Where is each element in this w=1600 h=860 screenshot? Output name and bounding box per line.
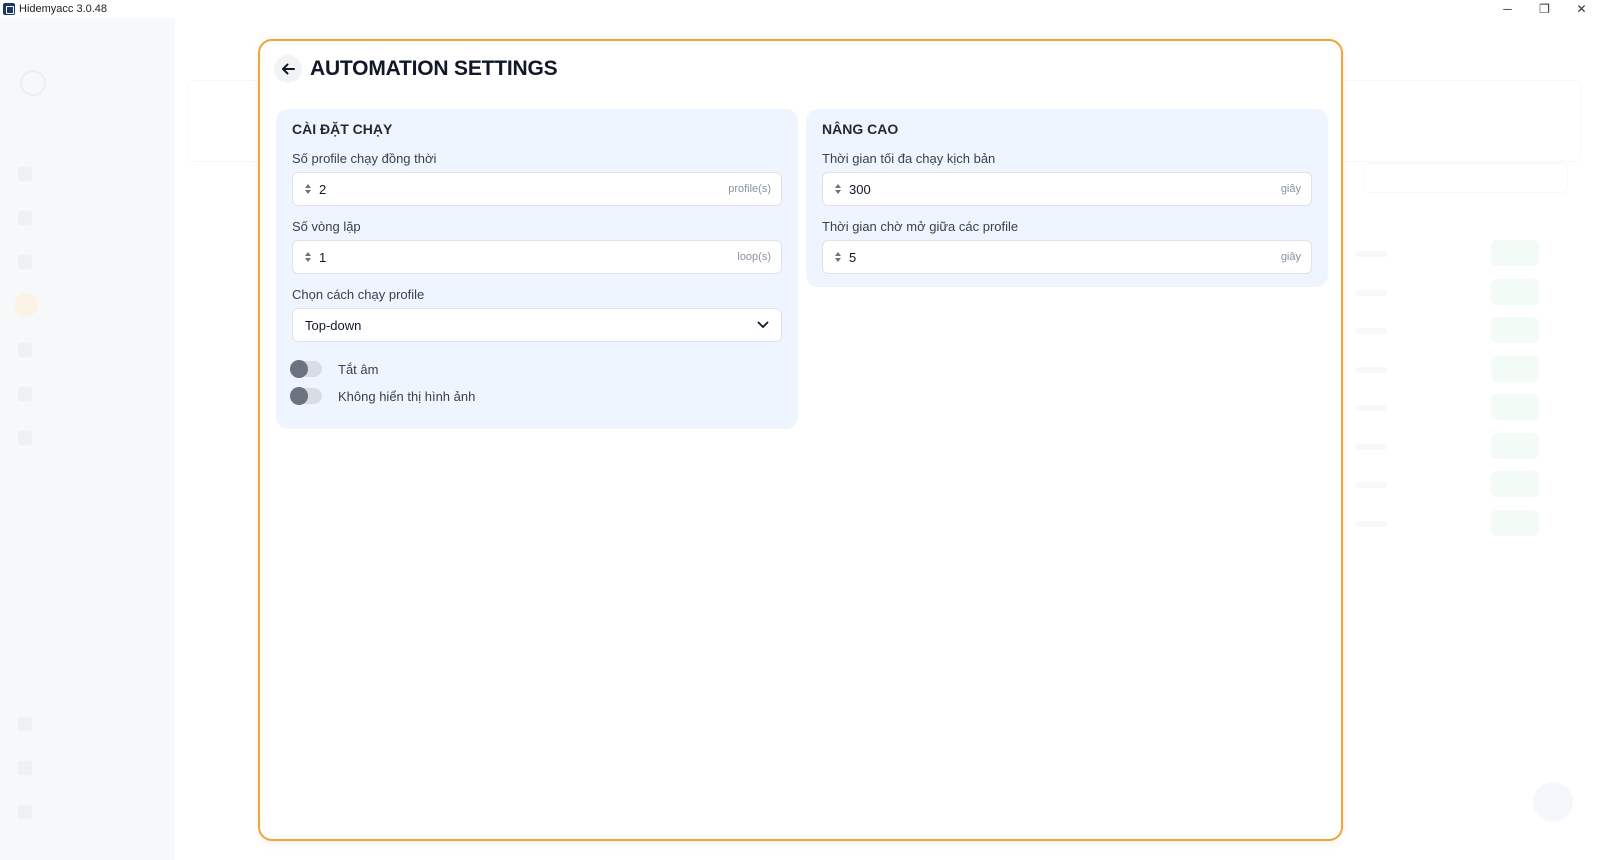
run-order-select[interactable]: Top-down — [292, 308, 782, 342]
restore-button[interactable]: ❐ — [1526, 0, 1563, 18]
back-button[interactable] — [274, 55, 302, 83]
toggle-knob — [290, 360, 308, 378]
run-settings-panel: CÀI ĐẶT CHẠY Số profile chạy đồng thời 2… — [276, 109, 798, 429]
page-title: AUTOMATION SETTINGS — [310, 57, 558, 80]
stepper-icon[interactable] — [303, 250, 313, 264]
concurrent-profiles-label: Số profile chạy đồng thời — [292, 151, 437, 166]
loop-count-input[interactable]: 1 loop(s) — [292, 240, 782, 274]
wait-between-label: Thời gian chờ mở giữa các profile — [822, 219, 1019, 234]
run-order-label: Chọn cách chạy profile — [292, 287, 425, 302]
mute-row: Tắt âm — [290, 360, 379, 378]
modal-header: AUTOMATION SETTINGS — [274, 55, 558, 83]
wait-between-input[interactable]: 5 giây — [822, 240, 1312, 274]
run-order-value: Top-down — [305, 317, 362, 333]
advanced-panel: NÂNG CAO Thời gian tối đa chạy kịch bản … — [806, 109, 1328, 287]
max-run-time-value: 300 — [849, 181, 871, 197]
mute-toggle[interactable] — [290, 360, 322, 378]
advanced-heading: NÂNG CAO — [822, 121, 899, 137]
max-run-time-label: Thời gian tối đa chạy kịch bản — [822, 151, 996, 166]
chevron-down-icon — [757, 319, 769, 331]
no-images-label: Không hiển thị hình ảnh — [338, 388, 476, 404]
loop-count-unit: loop(s) — [737, 251, 771, 263]
arrow-left-icon — [282, 63, 295, 75]
max-run-time-unit: giây — [1280, 183, 1301, 195]
close-button[interactable]: ✕ — [1563, 0, 1600, 18]
window-controls: ─ ❐ ✕ — [1489, 0, 1600, 18]
automation-settings-modal: AUTOMATION SETTINGS CÀI ĐẶT CHẠY Số prof… — [258, 39, 1343, 841]
toggle-knob — [290, 387, 308, 405]
stepper-icon[interactable] — [833, 182, 843, 196]
concurrent-profiles-value: 2 — [319, 181, 327, 197]
window-title: Hidemyacc 3.0.48 — [19, 3, 108, 15]
no-images-row: Không hiển thị hình ảnh — [290, 387, 476, 405]
loop-count-label: Số vòng lặp — [292, 219, 361, 234]
run-settings-heading: CÀI ĐẶT CHẠY — [292, 121, 393, 137]
stepper-icon[interactable] — [303, 182, 313, 196]
app-logo-icon — [3, 3, 15, 15]
window-titlebar: Hidemyacc 3.0.48 ─ ❐ ✕ — [0, 0, 1600, 18]
stepper-icon[interactable] — [833, 250, 843, 264]
no-images-toggle[interactable] — [290, 387, 322, 405]
loop-count-value: 1 — [319, 249, 327, 265]
mute-label: Tắt âm — [338, 361, 379, 377]
wait-between-value: 5 — [849, 249, 857, 265]
wait-between-unit: giây — [1280, 251, 1301, 263]
concurrent-profiles-input[interactable]: 2 profile(s) — [292, 172, 782, 206]
minimize-button[interactable]: ─ — [1489, 0, 1526, 18]
max-run-time-input[interactable]: 300 giây — [822, 172, 1312, 206]
concurrent-profiles-unit: profile(s) — [728, 183, 771, 195]
